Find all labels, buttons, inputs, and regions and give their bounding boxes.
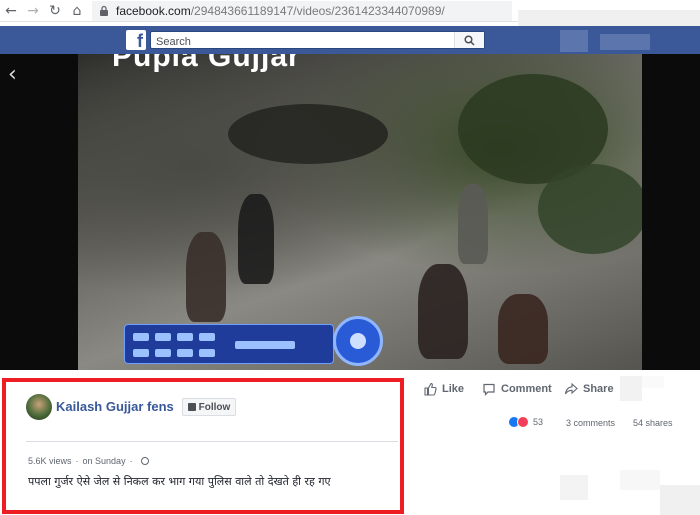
follow-icon bbox=[187, 403, 196, 411]
reload-icon[interactable]: ↻ bbox=[44, 0, 66, 22]
person-figure bbox=[418, 264, 468, 359]
search-icon bbox=[464, 34, 475, 46]
share-label: Share bbox=[583, 383, 614, 395]
thumbs-up-icon bbox=[424, 382, 437, 396]
post-date[interactable]: on Sunday bbox=[83, 456, 126, 466]
tree-shape bbox=[538, 164, 642, 254]
reaction-count: 53 bbox=[533, 417, 544, 427]
embedded-player-dial bbox=[333, 316, 383, 366]
tree-shape bbox=[228, 104, 388, 164]
person-figure bbox=[186, 232, 226, 322]
redacted-area bbox=[560, 470, 700, 515]
page: ← → ↻ ⌂ facebook.com/294843661189147/vid… bbox=[0, 0, 700, 515]
url-host: facebook.com bbox=[116, 3, 191, 18]
like-button[interactable]: Like bbox=[423, 382, 464, 396]
video-player[interactable]: Pupla Gujjar bbox=[78, 54, 642, 370]
reactions-summary[interactable]: 53 bbox=[508, 416, 543, 428]
shares-count[interactable]: 54 shares bbox=[633, 418, 673, 428]
comment-label: Comment bbox=[501, 383, 552, 395]
post-meta: 5.6K views · on Sunday · bbox=[28, 456, 149, 466]
person-figure bbox=[498, 294, 548, 364]
facebook-logo-letter: f bbox=[137, 31, 143, 51]
redacted-area bbox=[560, 26, 700, 54]
author-name[interactable]: Kailash Gujjar fens bbox=[56, 399, 174, 414]
meta-separator: · bbox=[75, 456, 79, 466]
previous-arrow-icon[interactable]: ‹ bbox=[8, 62, 17, 87]
lock-icon bbox=[100, 5, 108, 16]
home-icon[interactable]: ⌂ bbox=[66, 0, 88, 22]
like-label: Like bbox=[442, 383, 465, 395]
follow-button[interactable]: Follow bbox=[182, 398, 236, 416]
search-button[interactable] bbox=[454, 32, 484, 48]
comments-count[interactable]: 3 comments bbox=[566, 418, 615, 428]
share-button[interactable]: Share bbox=[564, 382, 614, 396]
video-theater: ‹ Pupla Gujjar bbox=[0, 54, 700, 370]
comment-button[interactable]: Comment bbox=[482, 382, 552, 396]
love-reaction-icon bbox=[517, 416, 529, 428]
person-figure bbox=[458, 184, 488, 264]
globe-icon bbox=[140, 457, 149, 465]
person-figure bbox=[238, 194, 274, 284]
search-input[interactable] bbox=[151, 34, 451, 50]
view-count: 5.6K views bbox=[28, 456, 72, 466]
back-arrow-icon[interactable]: ← bbox=[0, 0, 22, 22]
divider bbox=[26, 441, 398, 442]
post-caption: पपला गुर्जर ऐसे जेल से निकल कर भाग गया प… bbox=[28, 475, 331, 488]
address-bar[interactable]: facebook.com/294843661189147/videos/2361… bbox=[92, 0, 512, 21]
facebook-logo-icon[interactable]: f bbox=[126, 30, 146, 50]
forward-arrow-icon[interactable]: → bbox=[22, 0, 44, 22]
redacted-area bbox=[620, 376, 700, 401]
video-overlay-title: Pupla Gujjar bbox=[112, 54, 301, 73]
url-path: /294843661189147/videos/2361423344070989… bbox=[190, 3, 445, 18]
share-arrow-icon bbox=[564, 382, 578, 395]
avatar[interactable] bbox=[26, 394, 52, 420]
meta-separator: · bbox=[129, 456, 133, 466]
embedded-player-controls bbox=[124, 324, 334, 364]
comment-icon bbox=[483, 383, 495, 396]
search-box bbox=[150, 31, 485, 50]
follow-label: Follow bbox=[198, 401, 231, 413]
